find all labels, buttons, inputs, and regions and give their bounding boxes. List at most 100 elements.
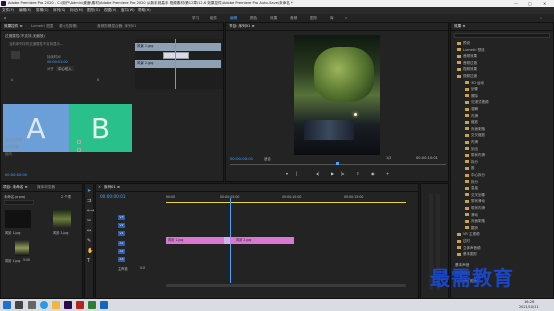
ec-transition-mark[interactable] <box>163 52 189 59</box>
effects-tree-item[interactable]: 带状滑动 <box>455 199 485 204</box>
home-icon[interactable]: ⌂ <box>4 16 6 20</box>
menu-marker[interactable]: 标记(M) <box>70 8 83 13</box>
effects-tree-item[interactable]: 页面剥落 <box>455 219 485 224</box>
menu-graphics[interactable]: 图形(G) <box>87 8 100 13</box>
effects-tree-item[interactable]: 交叉缩放 <box>455 133 485 138</box>
effects-tree-item[interactable]: 划像 <box>455 87 478 92</box>
ec-clip-bottom[interactable]: 风景 2.jpg <box>135 60 221 68</box>
effects-tree-item[interactable]: 拆分 <box>455 160 478 165</box>
track-a3-label[interactable]: A3 <box>118 257 125 262</box>
tab-media-browser[interactable]: 媒体浏览器 <box>37 185 55 190</box>
effects-tree-item[interactable]: 基本图形 <box>455 252 477 257</box>
tab-source[interactable]: 源:(无剪辑) <box>59 24 77 29</box>
effects-tree-item[interactable]: 溶解 <box>455 107 478 112</box>
workspace-learn[interactable]: 学习 <box>192 16 199 21</box>
selection-tool-icon[interactable]: ➤ <box>87 188 91 194</box>
effects-tree-item[interactable]: 急摇 <box>455 186 478 191</box>
ec-playhead[interactable] <box>175 39 176 89</box>
track-v2-label[interactable]: V2 <box>118 223 125 228</box>
maximize-button[interactable]: □ <box>528 1 532 6</box>
workspace-editing[interactable]: 编辑 <box>230 16 237 21</box>
premiere-icon[interactable] <box>64 301 72 309</box>
effects-tree-item[interactable]: 过时 <box>455 239 470 244</box>
project-search[interactable] <box>4 200 34 205</box>
tab-effects[interactable]: 效果 ≡ <box>454 24 465 29</box>
alignment-select[interactable]: 中心切入 <box>56 66 74 71</box>
timeline-work-area[interactable] <box>166 202 406 203</box>
effects-tree-item[interactable]: 推 <box>455 166 475 171</box>
program-resolution[interactable]: 1/2 <box>386 156 391 160</box>
ec-clip-top[interactable]: 风景 1.jpg <box>135 43 221 51</box>
menu-view[interactable]: 视图(V) <box>104 8 116 13</box>
tab-effect-controls[interactable]: 效果控件 ≡ <box>4 24 23 29</box>
step-back-icon[interactable]: ◂| <box>316 171 319 176</box>
tab-audio-mixer[interactable]: 音频剪辑混合器: 序列01 <box>97 24 136 29</box>
tab-sequence[interactable]: 序列01 ≡ <box>104 185 120 190</box>
play-icon[interactable]: ▶ <box>331 171 334 176</box>
workspace-effects[interactable]: 效果 <box>270 16 277 21</box>
effects-tree-item[interactable]: 视频过渡 <box>455 74 477 79</box>
effects-tree-item[interactable]: 3D 运动 <box>455 81 484 86</box>
play-transition-icon[interactable] <box>11 51 20 59</box>
timeline-scrollbar[interactable] <box>166 284 406 287</box>
effects-tree-item[interactable]: 交叉划像 <box>455 193 485 198</box>
workspace-libraries[interactable]: 库 <box>330 16 334 21</box>
project-thumb-3[interactable] <box>15 240 29 256</box>
mark-in-icon[interactable]: ▾ <box>286 171 288 176</box>
effects-tree-item[interactable]: 中心拆分 <box>455 173 485 178</box>
menu-clip[interactable]: 剪辑(C) <box>36 8 49 13</box>
reverse-checkbox[interactable] <box>77 148 81 152</box>
effects-tree-item[interactable]: 音频效果 <box>455 54 477 59</box>
track-select-icon[interactable]: ⇉ <box>87 198 91 204</box>
menu-file[interactable]: 文件(F) <box>2 8 14 13</box>
effects-tree-item[interactable]: 沉浸式视频 <box>455 100 489 105</box>
taskview-icon[interactable] <box>28 301 36 309</box>
timeline-timecode[interactable]: 00:00:00:01 <box>100 194 126 199</box>
track-a2-label[interactable]: A2 <box>118 249 125 254</box>
tab-project[interactable]: 项目: 未命名 ≡ <box>3 185 27 190</box>
effects-tree-item[interactable]: VR 主视频 <box>455 232 479 237</box>
effects-tree-item[interactable]: 内滑 <box>455 114 478 119</box>
show-actual-checkbox[interactable] <box>77 140 81 144</box>
effects-tree-item[interactable]: 缩放 <box>455 120 478 125</box>
effects-tree-item[interactable]: 翻页 <box>455 226 478 231</box>
add-button-icon[interactable]: + <box>386 171 389 176</box>
program-timecode[interactable]: 00:00:00:01 <box>230 156 253 161</box>
app-icon-2[interactable] <box>76 301 84 309</box>
slip-icon[interactable]: ↔ <box>87 228 91 234</box>
lift-icon[interactable]: ⇪ <box>356 171 359 176</box>
pen-icon[interactable]: ✎ <box>87 238 91 244</box>
effects-tree-item[interactable]: Lumetri 预设 <box>455 48 485 53</box>
program-fit-select[interactable]: 适合 <box>264 156 271 161</box>
app-icon-4[interactable] <box>100 301 108 309</box>
effects-tree-item[interactable]: 页面剥落 <box>455 127 485 132</box>
ripple-edit-icon[interactable]: ⟷ <box>87 208 94 214</box>
windows-start-icon[interactable] <box>3 301 11 309</box>
clip-2[interactable]: 风景 2.jpg <box>230 237 294 244</box>
app-icon-3[interactable] <box>88 301 96 309</box>
workspace-more[interactable]: » <box>345 16 347 20</box>
effects-tree-item[interactable]: 立体声音频 <box>455 246 481 251</box>
program-playhead-marker[interactable] <box>336 162 339 165</box>
tab-program[interactable]: 节目: 序列01 ≡ <box>229 24 254 29</box>
export-frame-icon[interactable]: ◉ <box>371 171 375 176</box>
effects-tree-item[interactable]: 拆分 <box>455 180 478 185</box>
menu-help[interactable]: 帮助(H) <box>138 8 151 13</box>
effects-search[interactable] <box>454 33 550 38</box>
effects-tree-item[interactable]: 内滑 <box>455 140 478 145</box>
effects-tree-item[interactable]: 滑动 <box>455 213 478 218</box>
track-a1-label[interactable]: A1 <box>118 241 125 246</box>
workspace-color[interactable]: 颜色 <box>250 16 257 21</box>
effects-tree-item[interactable]: 预设 <box>455 41 470 46</box>
razor-icon[interactable]: ✂ <box>87 218 91 224</box>
master-track-value[interactable]: 0.0 <box>140 266 145 270</box>
search-taskbar-icon[interactable] <box>15 301 23 309</box>
folder-icon[interactable] <box>52 301 60 309</box>
tab-lumetri-scopes[interactable]: Lumetri 范围 <box>31 24 53 29</box>
workspace-graphics[interactable]: 图形 <box>310 16 317 21</box>
project-thumb-2[interactable] <box>53 210 71 228</box>
menu-window[interactable]: 窗口(W) <box>121 8 135 13</box>
workspace-audio[interactable]: 音频 <box>290 16 297 21</box>
close-sequence-icon[interactable]: ✕ <box>98 185 101 189</box>
workspace-assembly[interactable]: 组件 <box>210 16 217 21</box>
